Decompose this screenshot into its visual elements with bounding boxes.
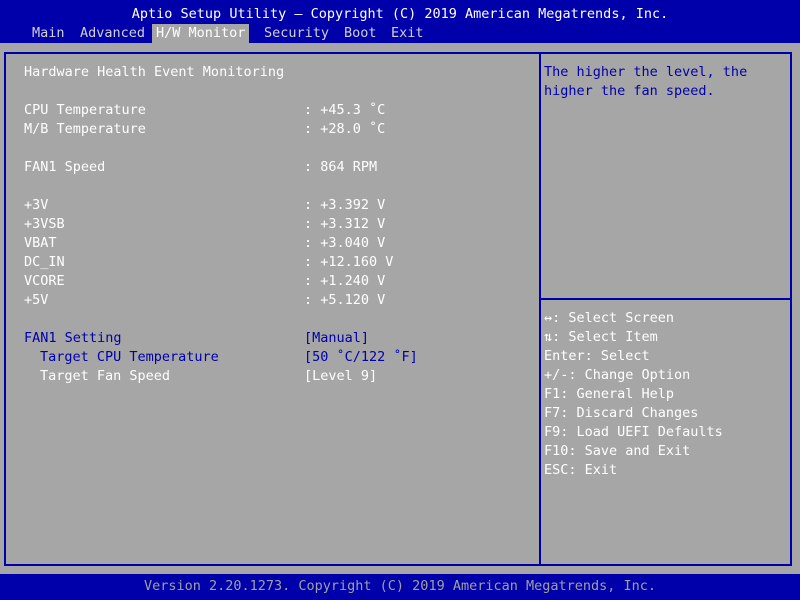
key-general-help: F1: General Help <box>544 386 675 402</box>
tab-exit[interactable]: Exit <box>387 24 428 43</box>
key-select-screen: ↔: Select Screen <box>544 310 675 326</box>
key-enter-select: Enter: Select <box>544 348 650 364</box>
voltage-5v-label: +5V <box>24 292 49 308</box>
voltage-3vsb-label: +3VSB <box>24 216 65 232</box>
key-discard-changes: F7: Discard Changes <box>544 405 699 421</box>
vertical-divider <box>539 52 541 566</box>
voltage-3vsb-value: : +3.312 V <box>304 216 386 232</box>
title-bar: Aptio Setup Utility – Copyright (C) 2019… <box>0 0 800 43</box>
fan1-setting-value[interactable]: [Manual] <box>304 329 369 348</box>
key-legend: ↔: Select Screen ⇅: Select Item Enter: S… <box>544 309 723 480</box>
key-change-option: +/-: Change Option <box>544 367 691 383</box>
key-select-item: ⇅: Select Item <box>544 329 658 345</box>
cpu-temperature-value: : +45.3 ˚C <box>304 102 386 118</box>
mb-temperature-label: M/B Temperature <box>24 121 146 137</box>
tab-main[interactable]: Main <box>28 24 69 43</box>
target-cpu-temperature-label[interactable]: Target CPU Temperature <box>40 348 219 367</box>
cpu-temperature-label: CPU Temperature <box>24 102 146 118</box>
section-title: Hardware Health Event Monitoring <box>24 64 285 80</box>
fan1-setting-label[interactable]: FAN1 Setting <box>24 329 122 348</box>
mb-temperature-value: : +28.0 ˚C <box>304 121 386 137</box>
help-text: The higher the level, the higher the fan… <box>544 64 756 99</box>
footer-bar: Version 2.20.1273. Copyright (C) 2019 Am… <box>0 574 800 600</box>
vbat-label: VBAT <box>24 235 57 251</box>
vcore-value: : +1.240 V <box>304 273 386 289</box>
target-cpu-temperature-value[interactable]: [50 ˚C/122 ˚F] <box>304 348 418 367</box>
tab-hw-monitor[interactable]: H/W Monitor <box>152 24 250 43</box>
voltage-5v-value: : +5.120 V <box>304 292 386 308</box>
key-exit: ESC: Exit <box>544 462 618 478</box>
tab-boot[interactable]: Boot <box>340 24 381 43</box>
key-save-exit: F10: Save and Exit <box>544 443 691 459</box>
fan1-speed-value: : 864 RPM <box>304 159 378 175</box>
vbat-value: : +3.040 V <box>304 235 386 251</box>
bios-title: Aptio Setup Utility – Copyright (C) 2019… <box>131 6 669 22</box>
vcore-label: VCORE <box>24 273 65 289</box>
target-fan-speed-label[interactable]: Target Fan Speed <box>40 367 170 386</box>
menu-tabs: Main Advanced H/W Monitor Security Boot … <box>0 24 800 43</box>
tab-advanced[interactable]: Advanced <box>76 24 149 43</box>
target-fan-speed-value[interactable]: [Level 9] <box>304 367 377 386</box>
key-load-defaults: F9: Load UEFI Defaults <box>544 424 723 440</box>
tab-security[interactable]: Security <box>260 24 333 43</box>
fan1-speed-label: FAN1 Speed <box>24 159 106 175</box>
help-divider <box>541 298 792 300</box>
voltage-3v-value: : +3.392 V <box>304 197 386 213</box>
dc-in-label: DC_IN <box>24 254 65 270</box>
dc-in-value: : +12.160 V <box>304 254 394 270</box>
version-text: Version 2.20.1273. Copyright (C) 2019 Am… <box>143 578 657 594</box>
voltage-3v-label: +3V <box>24 197 49 213</box>
